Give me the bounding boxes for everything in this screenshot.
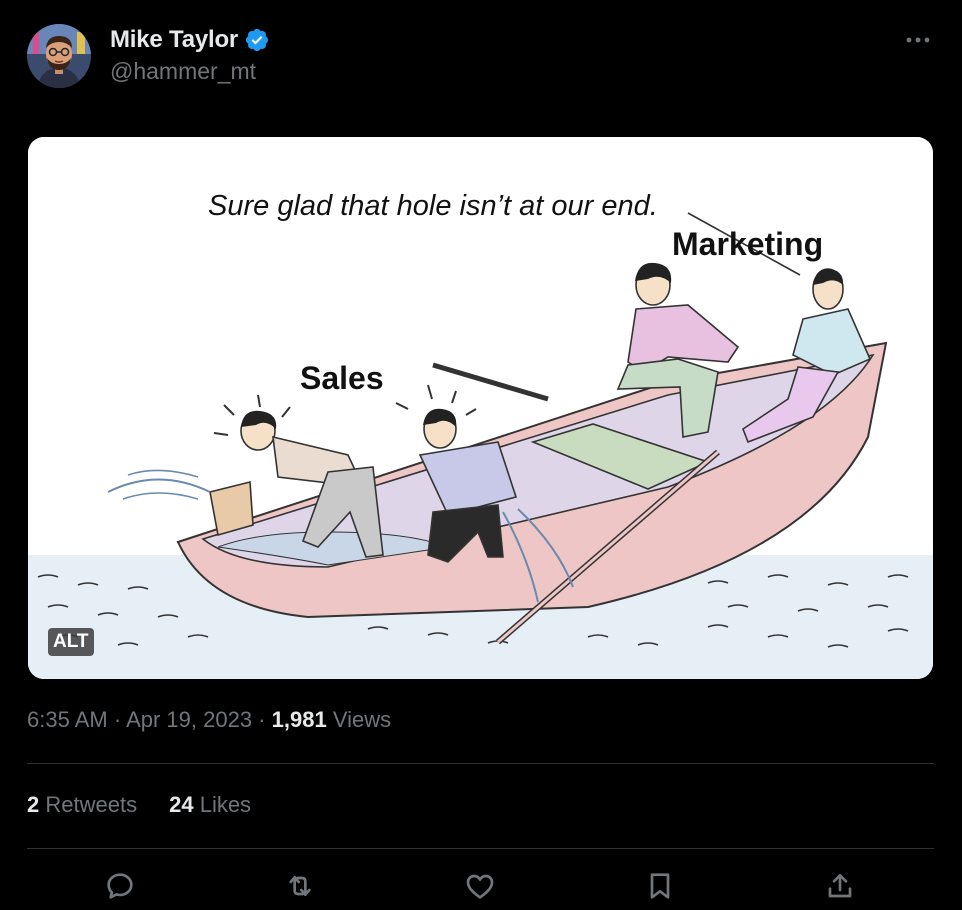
tweet-meta: 6:35 AM · Apr 19, 2023 · 1,981 Views (27, 707, 391, 733)
cartoon-illustration: Sure glad that hole isn’t at our end. Sa… (28, 137, 933, 679)
retweet-icon (289, 876, 311, 896)
divider (27, 763, 934, 764)
likes-stat[interactable]: 24 Likes (169, 792, 251, 818)
author-name-row[interactable]: Mike Taylor (110, 26, 270, 54)
tweet-stats: 2 Retweets 24 Likes (27, 792, 251, 818)
reply-icon (107, 873, 133, 899)
cartoon-label-sales: Sales (300, 360, 384, 396)
author-handle[interactable]: @hammer_mt (110, 58, 256, 85)
avatar[interactable] (27, 24, 91, 88)
author-display-name[interactable]: Mike Taylor (110, 26, 238, 54)
tweet-date[interactable]: Apr 19, 2023 (126, 707, 252, 732)
retweets-label: Retweets (45, 792, 138, 817)
views-count: 1,981 (271, 707, 327, 732)
heart-icon (466, 874, 494, 899)
cartoon-caption: Sure glad that hole isn’t at our end. (208, 190, 658, 222)
share-icon (828, 874, 852, 898)
meta-separator: · (113, 707, 122, 732)
verified-badge-icon (245, 28, 269, 52)
tweet-media-image[interactable]: Sure glad that hole isn’t at our end. Sa… (28, 137, 933, 679)
views-label: Views (332, 707, 392, 732)
like-button[interactable] (460, 866, 500, 906)
more-options-button[interactable] (900, 28, 936, 52)
retweets-count: 2 (27, 792, 40, 817)
action-bar (0, 866, 962, 906)
retweets-stat[interactable]: 2 Retweets (27, 792, 137, 818)
meta-separator: · (258, 707, 266, 732)
bookmark-button[interactable] (640, 866, 680, 906)
bookmark-icon (650, 873, 670, 899)
retweet-button[interactable] (280, 866, 320, 906)
reply-button[interactable] (100, 866, 140, 906)
cartoon-label-marketing: Marketing (672, 226, 823, 262)
likes-label: Likes (199, 792, 252, 817)
alt-text-button[interactable]: ALT (48, 628, 94, 656)
avatar-illustration (27, 24, 91, 88)
more-horizontal-icon (906, 37, 930, 43)
share-button[interactable] (820, 866, 860, 906)
tweet-time[interactable]: 6:35 AM (27, 707, 108, 732)
divider (27, 848, 934, 849)
likes-count: 24 (169, 792, 194, 817)
